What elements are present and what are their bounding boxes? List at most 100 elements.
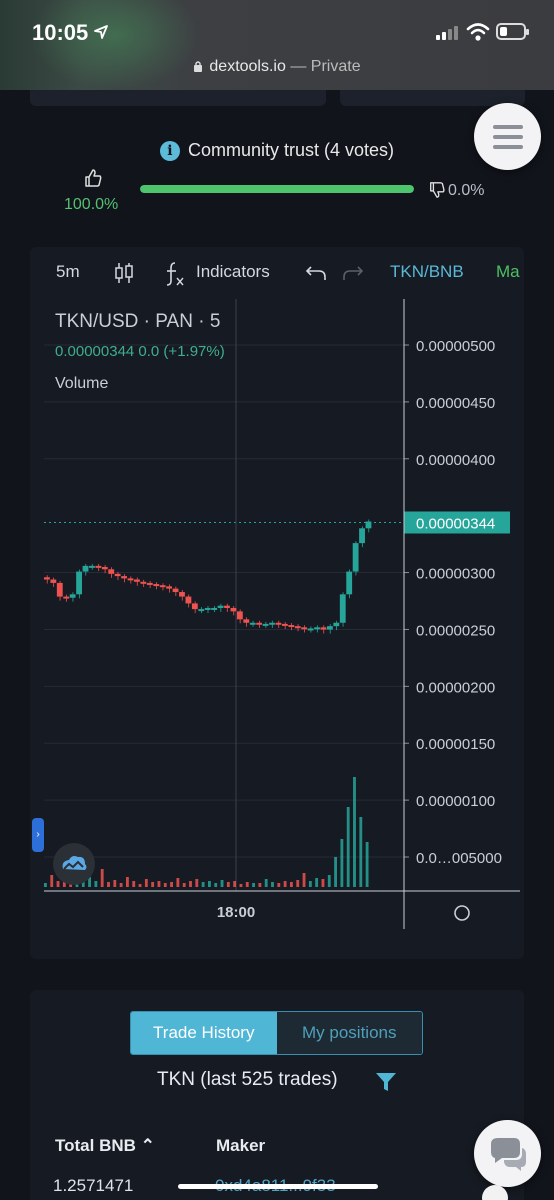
volume-bar [346, 807, 350, 887]
tradingview-logo[interactable] [53, 843, 95, 885]
volume-bar [302, 873, 306, 887]
volume-bar [334, 857, 337, 887]
volume-bar [220, 880, 224, 887]
trust-progress-fill [140, 185, 414, 193]
browser-top-bar: 10:05 dextools.io — Private [0, 0, 554, 90]
community-trust-title: i Community trust (4 votes) [0, 140, 554, 161]
volume-bar [176, 878, 180, 887]
volume-bar [107, 882, 110, 887]
volume-bar [132, 881, 136, 887]
interval-selector[interactable]: 5m [56, 262, 80, 282]
volume-bar [157, 881, 161, 887]
chat-button[interactable] [474, 1120, 541, 1187]
volume-bar [233, 881, 237, 887]
chart-legend-values: 0.00000344 0.0 (+1.97%) [55, 343, 225, 360]
y-tick-label: 0.00000150 [416, 736, 495, 753]
volume-bar [245, 882, 249, 887]
tradingview-cloud-icon [62, 856, 87, 870]
undo-icon[interactable] [305, 264, 327, 282]
previous-card [30, 90, 326, 106]
volume-bar [163, 883, 167, 887]
volume-bar [365, 842, 369, 887]
lock-icon [194, 61, 203, 72]
volume-bar [100, 869, 104, 887]
chat-bubbles-icon [491, 1138, 526, 1171]
volume-bar [258, 883, 262, 887]
y-tick-label: 0.00000344 [416, 515, 495, 532]
tab-my-positions[interactable]: My positions [276, 1012, 422, 1054]
tab-trade-history[interactable]: Trade History [131, 1012, 277, 1054]
column-total-bnb[interactable]: Total BNB ⌃ [55, 1136, 155, 1156]
trust-up-percent: 100.0% [64, 196, 119, 213]
volume-bar [290, 882, 293, 887]
y-tick-label: 0.0…005000 [416, 850, 502, 867]
price-chart[interactable]: 0.00000500 0.00000450 0.00000400 0.00000344… [30, 299, 524, 959]
y-tick-label: 0.00000450 [416, 395, 495, 412]
chart-legend-title: TKN/USD · PAN · 5 [55, 311, 221, 332]
address-bar[interactable]: dextools.io — Private [0, 58, 554, 76]
redo-icon[interactable] [342, 264, 364, 282]
volume-bar [151, 882, 155, 887]
info-icon[interactable]: i [159, 141, 180, 161]
url-domain: dextools.io [209, 58, 286, 75]
filter-icon[interactable] [374, 1070, 398, 1094]
y-tick-label: 0.00000200 [416, 679, 495, 696]
ma-tab[interactable]: Ma [496, 262, 520, 282]
fx-icon[interactable] [164, 261, 186, 287]
volume-bar [189, 881, 192, 887]
volume-bar [119, 883, 123, 887]
volume-bar [296, 880, 300, 887]
y-tick-label: 0.00000300 [416, 566, 495, 583]
cellular-signal-icon [436, 26, 458, 40]
trust-progress-bar [140, 185, 414, 193]
expand-panel-tab[interactable]: › [32, 818, 44, 852]
chart-toolbar: 5m Indicators TKN/BNB Ma [30, 247, 524, 299]
y-tick-label: 0.00000400 [416, 452, 495, 469]
volume-bar [264, 879, 268, 887]
volume-bar [126, 877, 129, 887]
volume-bar [308, 881, 312, 887]
volume-bar [208, 881, 211, 887]
trade-tabs: Trade History My positions [130, 1011, 423, 1055]
volume-bar [283, 881, 287, 887]
thumbs-up-icon[interactable] [83, 168, 103, 188]
volume-bar [182, 883, 186, 887]
location-arrow-icon [94, 25, 108, 39]
candles-icon[interactable] [114, 261, 134, 285]
column-maker: Maker [216, 1136, 266, 1155]
indicators-button[interactable]: Indicators [196, 262, 270, 282]
volume-bar [214, 883, 218, 887]
settings-icon [454, 905, 470, 921]
pair-selector[interactable]: TKN/BNB [390, 262, 464, 282]
volume-label: Volume [55, 375, 109, 392]
chart-card: 5m Indicators TKN/BNB Ma 0.00000500 0.000… [30, 247, 524, 959]
volume-bar [195, 879, 199, 887]
volume-bar [201, 882, 205, 887]
thumbs-down-icon[interactable] [428, 181, 446, 199]
volume-bar [327, 875, 331, 887]
volume-bar [113, 880, 117, 887]
hamburger-menu-button[interactable] [474, 103, 541, 170]
volume-bar [321, 879, 325, 887]
y-tick-label: 0.00000500 [416, 338, 495, 355]
home-indicator [178, 1184, 378, 1189]
battery-icon [496, 23, 529, 40]
y-tick-label: 0.00000250 [416, 622, 495, 639]
price-chart-svg[interactable]: 0.00000500 0.00000450 0.00000400 0.00000344… [30, 299, 524, 959]
volume-bar [226, 882, 230, 887]
volume-bar [315, 878, 319, 887]
private-mode-label: — Private [290, 58, 361, 75]
volume-bar [44, 883, 47, 887]
status-time: 10:05 [32, 20, 89, 45]
volume-bar [359, 817, 363, 887]
volume-bar [138, 884, 142, 887]
volume-bar [144, 879, 148, 887]
volume-bar [271, 882, 274, 887]
trades-title: TKN (last 525 trades) [157, 1069, 338, 1090]
volume-bar [170, 882, 173, 887]
wifi-icon [466, 23, 490, 41]
volume-bar [277, 883, 281, 887]
community-trust-label: Community trust (4 votes) [187, 140, 395, 160]
volume-bar [239, 884, 243, 887]
y-tick-label: 0.00000100 [416, 793, 495, 810]
